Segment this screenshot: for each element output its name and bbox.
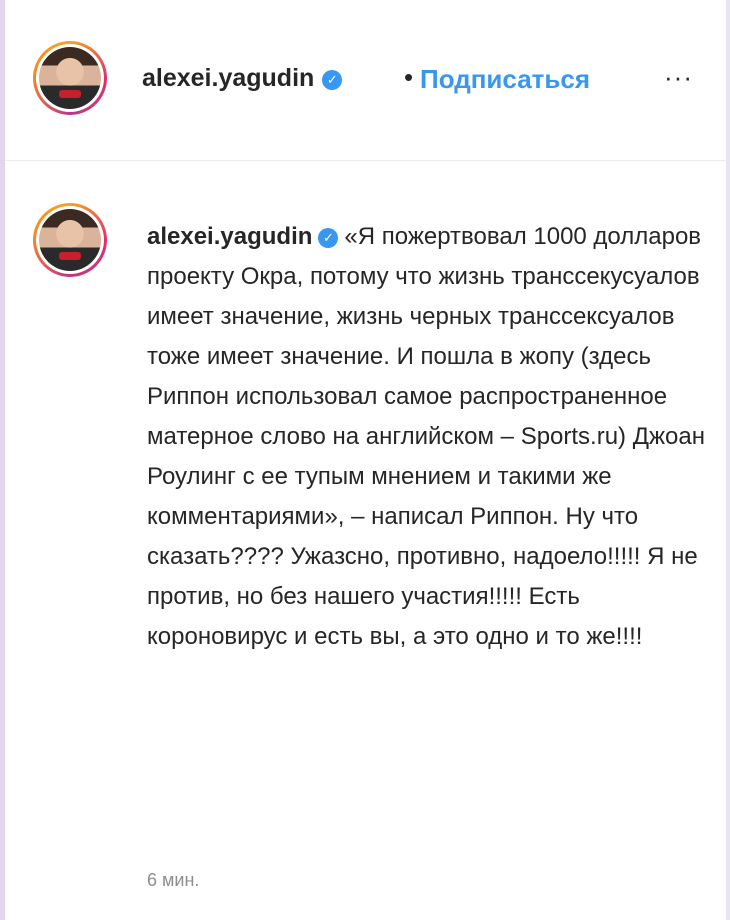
bow-tie-icon bbox=[59, 89, 81, 98]
avatar-photo bbox=[39, 209, 101, 271]
comment-text: «Я пожертвовал 1000 долларов проекту Окр… bbox=[147, 223, 705, 650]
avatar-ring bbox=[36, 44, 104, 112]
comment-timestamp[interactable]: 6 мин. bbox=[147, 870, 199, 891]
comment-username[interactable]: alexei.yagudin bbox=[147, 223, 312, 250]
separator-dot: • bbox=[404, 62, 414, 92]
more-options-icon[interactable]: ··· bbox=[664, 62, 693, 93]
avatar-photo bbox=[39, 47, 101, 109]
comment-body: alexei.yagudin ✓ «Я пожертвовал 1000 долла… bbox=[147, 217, 707, 657]
verified-badge-icon: ✓ bbox=[322, 70, 343, 90]
avatar-ring bbox=[36, 206, 104, 274]
username-text[interactable]: alexei.yagudin bbox=[142, 64, 314, 92]
comment-avatar[interactable] bbox=[33, 203, 107, 277]
bow-tie-icon bbox=[59, 251, 81, 260]
verified-badge-icon: ✓ bbox=[318, 228, 339, 248]
post-header bbox=[5, 0, 726, 161]
follow-button[interactable]: Подписаться bbox=[420, 64, 590, 95]
header-username[interactable]: alexei.yagudin ✓ bbox=[142, 64, 343, 93]
avatar[interactable] bbox=[33, 41, 107, 115]
right-frame-border bbox=[726, 0, 730, 920]
